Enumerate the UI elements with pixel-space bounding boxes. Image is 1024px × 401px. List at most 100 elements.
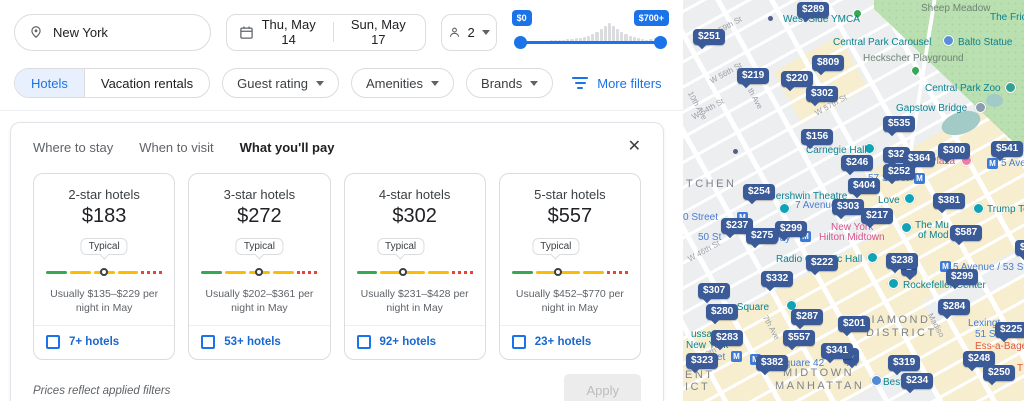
filter-chip-row: Hotels Vacation rentals Guest rating Ame… xyxy=(0,60,683,110)
date-range-picker[interactable]: Thu, May 14 Sun, May 17 xyxy=(226,14,425,51)
checkbox[interactable] xyxy=(357,335,371,349)
price-pin[interactable]: $404 xyxy=(848,178,880,194)
price-pin[interactable]: $201 xyxy=(838,316,870,332)
price-pin[interactable]: $284 xyxy=(938,299,970,315)
property-type-toggle: Hotels Vacation rentals xyxy=(14,68,210,98)
price-slider-handle-min[interactable] xyxy=(514,36,527,49)
histogram-bar xyxy=(604,26,607,42)
map[interactable]: W 59th StW 56th StW 54th StW 57th St10th… xyxy=(683,0,1024,401)
price-pin[interactable]: $280 xyxy=(706,304,738,320)
price-pin[interactable]: $225 xyxy=(995,322,1024,338)
poi-icon xyxy=(779,203,790,214)
hotel-filter-checkbox-row[interactable]: 92+ hotels xyxy=(345,325,485,359)
subway-m-icon: M xyxy=(731,351,742,362)
price-pin[interactable]: $251 xyxy=(693,29,725,45)
price-pin[interactable]: $299 xyxy=(775,221,807,237)
card-title: 5-star hotels xyxy=(500,187,640,202)
card-price: $302 xyxy=(345,205,485,228)
price-pin[interactable]: $541 xyxy=(991,141,1023,157)
tab-what-youll-pay[interactable]: What you'll pay xyxy=(240,140,335,155)
chevron-down-icon xyxy=(316,81,324,86)
map-poi-label: Best xyxy=(883,377,903,388)
price-pin[interactable]: $283 xyxy=(711,330,743,346)
price-pin[interactable]: $382 xyxy=(756,355,788,371)
price-pin[interactable]: $5 xyxy=(1015,240,1024,256)
price-pin[interactable]: $289 xyxy=(797,2,829,18)
price-slider-handle-max[interactable] xyxy=(654,36,667,49)
price-pin[interactable]: $381 xyxy=(933,193,965,209)
poi-icon xyxy=(871,375,882,386)
price-pin[interactable]: $319 xyxy=(888,355,920,371)
price-level-bar xyxy=(46,267,162,279)
map-poi-label: T xyxy=(1017,363,1023,374)
price-pin[interactable]: $303 xyxy=(832,199,864,215)
checkin-date[interactable]: Thu, May 14 xyxy=(254,17,323,47)
checkbox[interactable] xyxy=(201,335,215,349)
price-pin[interactable]: $299 xyxy=(946,269,978,285)
map-poi-label: Gapstow Bridge xyxy=(896,103,967,114)
checkout-date[interactable]: Sun, May 17 xyxy=(344,17,413,47)
map-poi-label: Central Park Carousel xyxy=(833,37,931,48)
tab-when-to-visit[interactable]: When to visit xyxy=(139,140,213,155)
location-pin-icon xyxy=(29,25,43,39)
price-range-text: Usually $135–$229 per night in May xyxy=(34,279,174,325)
hotel-search-app: New York Thu, May 14 Sun, May 17 2 $0 $7… xyxy=(0,0,1024,401)
toggle-hotels[interactable]: Hotels xyxy=(15,69,84,97)
tab-where-to-stay[interactable]: Where to stay xyxy=(33,140,113,155)
amenities-dropdown[interactable]: Amenities xyxy=(351,68,454,98)
price-pin[interactable]: $275 xyxy=(746,228,778,244)
price-pin[interactable]: $287 xyxy=(791,309,823,325)
hotel-filter-checkbox-row[interactable]: 7+ hotels xyxy=(34,325,174,359)
price-pin[interactable]: $217 xyxy=(861,208,893,224)
chevron-down-icon xyxy=(482,30,490,35)
checkbox-label: 23+ hotels xyxy=(535,336,592,348)
results-panel: New York Thu, May 14 Sun, May 17 2 $0 $7… xyxy=(0,0,683,401)
price-pin[interactable]: $300 xyxy=(938,143,970,159)
guest-rating-dropdown[interactable]: Guest rating xyxy=(222,68,339,98)
price-pin[interactable]: $557 xyxy=(783,330,815,346)
price-pin[interactable]: $587 xyxy=(950,225,982,241)
toggle-vacation-rentals[interactable]: Vacation rentals xyxy=(84,69,209,97)
destination-input[interactable]: New York xyxy=(14,14,211,51)
price-pin[interactable]: $156 xyxy=(801,129,833,145)
price-pin[interactable]: $323 xyxy=(686,353,718,369)
price-pin[interactable]: $254 xyxy=(743,184,775,200)
typical-badge: Typical xyxy=(236,238,283,255)
price-slider-track[interactable] xyxy=(518,41,663,44)
price-pin[interactable]: $252 xyxy=(883,164,915,180)
card-2-star: 2-star hotels $183 Typical Usually $135–… xyxy=(33,173,175,360)
more-filters-button[interactable]: More filters xyxy=(571,76,661,91)
card-price: $557 xyxy=(500,205,640,228)
price-pin[interactable]: $250 xyxy=(983,365,1015,381)
price-pin[interactable]: $220 xyxy=(781,71,813,87)
brands-dropdown[interactable]: Brands xyxy=(466,68,553,98)
price-pin[interactable]: $302 xyxy=(806,86,838,102)
price-pin[interactable]: $535 xyxy=(883,116,915,132)
price-pin[interactable]: $222 xyxy=(806,255,838,271)
checkbox[interactable] xyxy=(46,335,60,349)
price-pin[interactable]: $219 xyxy=(737,68,769,84)
hotel-filter-checkbox-row[interactable]: 23+ hotels xyxy=(500,325,640,359)
checkbox[interactable] xyxy=(512,335,526,349)
price-pin[interactable]: $332 xyxy=(761,271,793,287)
price-pin[interactable]: $809 xyxy=(812,55,844,71)
close-icon[interactable]: ✕ xyxy=(628,139,641,155)
price-pin[interactable]: $238 xyxy=(886,253,918,269)
map-poi-label: Balto Statue xyxy=(958,37,1012,48)
price-range-slider: $0 $700+ xyxy=(512,10,669,54)
card-price: $183 xyxy=(34,205,174,228)
hotel-filter-checkbox-row[interactable]: 53+ hotels xyxy=(189,325,329,359)
card-3-star: 3-star hotels $272 Typical Usually $202–… xyxy=(188,173,330,360)
card-title: 3-star hotels xyxy=(189,187,329,202)
filter-lines-icon xyxy=(571,77,589,89)
price-pin[interactable]: $234 xyxy=(901,373,933,389)
map-area-label: ENT xyxy=(685,369,715,381)
price-pin[interactable]: $341 xyxy=(821,343,853,359)
poi-icon xyxy=(901,222,912,233)
guest-count-selector[interactable]: 2 xyxy=(441,14,497,51)
panel-footer: Prices reflect applied filters Apply xyxy=(11,360,663,401)
date-divider xyxy=(333,22,334,42)
apply-button[interactable]: Apply xyxy=(564,374,641,401)
price-pin[interactable]: $307 xyxy=(698,283,730,299)
price-pin[interactable]: $246 xyxy=(841,155,873,171)
